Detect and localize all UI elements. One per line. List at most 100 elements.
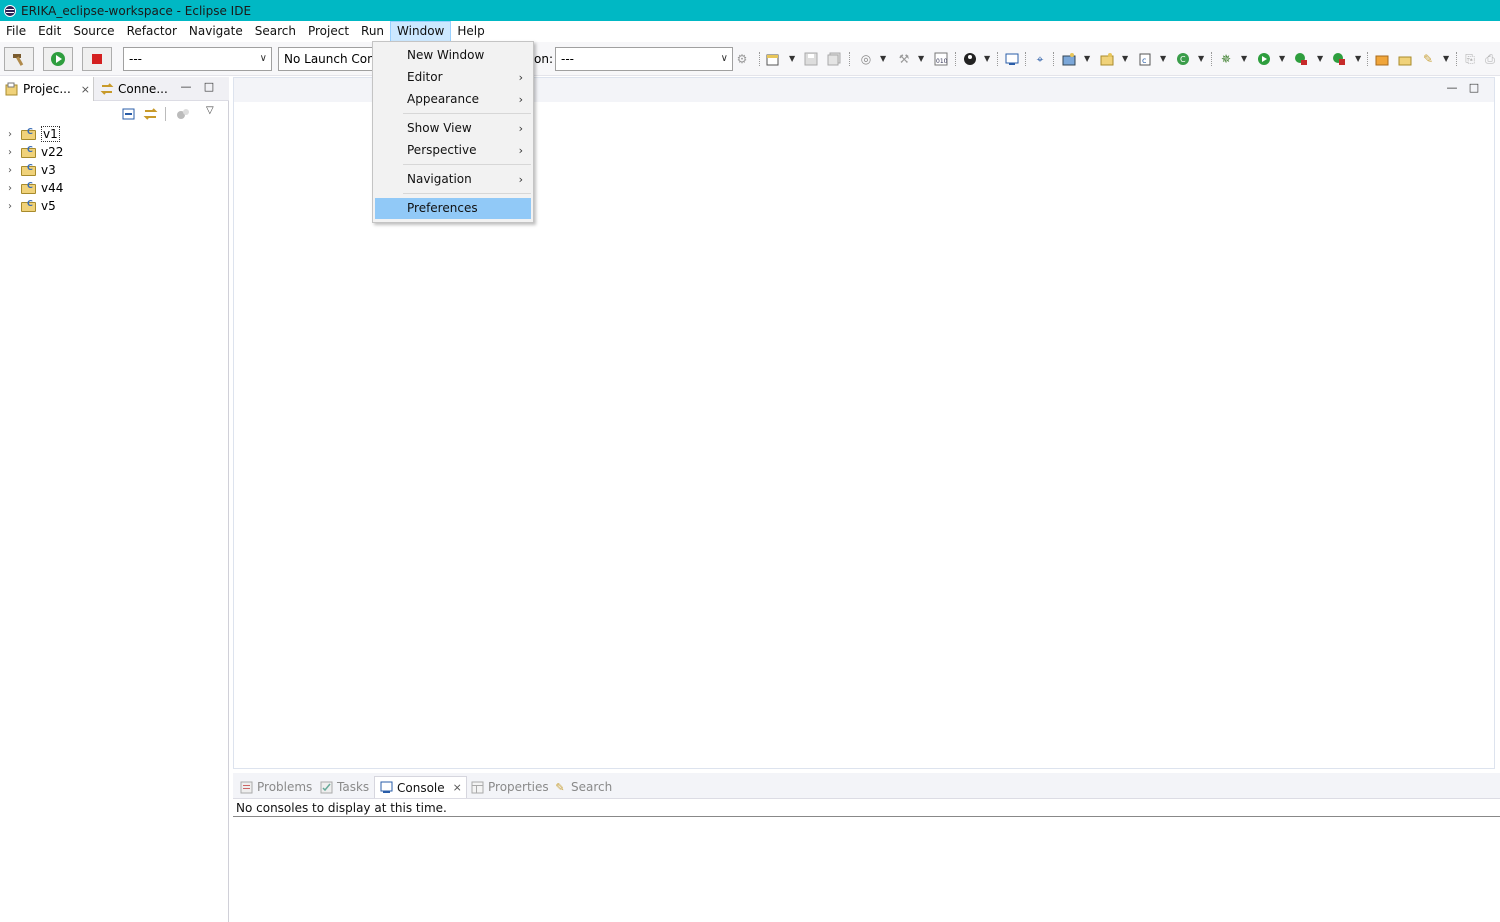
open-file-icon[interactable]	[1397, 51, 1413, 67]
menu-item-appearance[interactable]: Appearance ›	[375, 89, 531, 110]
coverage-icon[interactable]	[1293, 51, 1309, 67]
minimize-icon[interactable]: —	[179, 80, 193, 93]
save-icon[interactable]	[803, 51, 819, 67]
link-with-editor-icon[interactable]	[143, 107, 159, 121]
chevron-right-icon: ›	[518, 122, 523, 135]
svg-text:c: c	[1142, 56, 1146, 65]
chevron-right-icon[interactable]: ›	[8, 165, 20, 176]
new-class-icon[interactable]: C	[1175, 51, 1191, 67]
chevron-down-icon[interactable]: ▼	[1317, 54, 1323, 63]
launch-target-combo[interactable]: --- ∨	[555, 47, 733, 71]
project-item-v3[interactable]: › C v3	[8, 161, 56, 179]
filters-icon[interactable]	[176, 107, 190, 121]
chevron-right-icon[interactable]: ›	[8, 147, 20, 158]
menu-separator	[403, 193, 531, 194]
tab-properties[interactable]: Properties	[466, 776, 549, 798]
toolbar-separator	[1211, 52, 1212, 66]
menu-item-editor[interactable]: Editor ›	[375, 67, 531, 88]
chevron-down-icon[interactable]: ▼	[918, 54, 924, 63]
chevron-right-icon[interactable]: ›	[8, 201, 20, 212]
project-item-v1[interactable]: › C v1	[8, 125, 60, 143]
tab-console[interactable]: Console ⨯	[374, 776, 467, 798]
svg-text:C: C	[1180, 55, 1186, 64]
maximize-icon[interactable]: □	[202, 80, 216, 93]
tab-problems[interactable]: Problems	[235, 776, 312, 798]
close-icon[interactable]: ⨯	[81, 83, 90, 96]
run-icon[interactable]	[1256, 51, 1272, 67]
menu-search[interactable]: Search	[249, 21, 302, 42]
menu-refactor[interactable]: Refactor	[121, 21, 183, 42]
menu-window[interactable]: Window	[390, 21, 452, 42]
chevron-down-icon[interactable]: ▼	[1279, 54, 1285, 63]
brush-icon[interactable]: ✎	[1420, 51, 1436, 67]
chevron-down-icon: ∨	[720, 53, 728, 64]
new-folder-icon[interactable]	[1099, 51, 1115, 67]
prev-annotation-icon[interactable]: ⎙	[1482, 51, 1498, 67]
chevron-down-icon[interactable]: ▼	[880, 54, 886, 63]
chevron-right-icon[interactable]: ›	[8, 129, 20, 140]
menu-run[interactable]: Run	[355, 21, 390, 42]
minimize-icon[interactable]: —	[1445, 81, 1459, 94]
view-menu-icon[interactable]: ▽	[206, 105, 214, 116]
menu-navigate[interactable]: Navigate	[183, 21, 249, 42]
collapse-all-icon[interactable]	[122, 107, 136, 121]
chevron-down-icon[interactable]: ▼	[1160, 54, 1166, 63]
terminal-icon[interactable]	[1004, 51, 1020, 67]
project-explorer-panel: Projec... ⨯ Conne... — □ ▽ › C v1 › C v2…	[0, 77, 229, 922]
chevron-down-icon[interactable]: ▼	[1084, 54, 1090, 63]
menu-file[interactable]: File	[0, 21, 32, 42]
console-icon	[379, 781, 393, 795]
toolbar-separator	[1367, 52, 1368, 66]
new-c-file-icon[interactable]: c	[1137, 51, 1153, 67]
debug-icon[interactable]: ✵	[1218, 51, 1234, 67]
stop-button[interactable]	[82, 47, 112, 71]
menu-source[interactable]: Source	[67, 21, 120, 42]
launch-button[interactable]	[43, 47, 73, 71]
menu-item-show-view[interactable]: Show View ›	[375, 118, 531, 139]
external-tools-icon[interactable]	[1331, 51, 1347, 67]
project-folder-icon: C	[20, 199, 38, 213]
chevron-down-icon[interactable]: ▼	[1443, 54, 1449, 63]
chevron-down-icon[interactable]: ▼	[789, 54, 795, 63]
chevron-down-icon[interactable]: ▼	[1122, 54, 1128, 63]
launch-target-label: on:	[534, 52, 553, 66]
chevron-right-icon[interactable]: ›	[8, 183, 20, 194]
next-annotation-icon[interactable]: ⎘	[1462, 51, 1478, 67]
build-tool-icon[interactable]: ⚒	[896, 51, 912, 67]
tab-project-explorer[interactable]: Projec... ⨯	[0, 77, 94, 101]
launch-config-combo[interactable]: No Launch Conf	[278, 47, 372, 71]
tab-search[interactable]: ✎ Search	[549, 776, 612, 798]
target-icon[interactable]: ◎	[858, 51, 874, 67]
menu-help[interactable]: Help	[451, 21, 490, 42]
new-project-icon[interactable]	[1061, 51, 1077, 67]
gear-icon[interactable]: ⚙	[734, 51, 750, 67]
menu-item-preferences[interactable]: Preferences	[375, 198, 531, 219]
project-item-v22[interactable]: › C v22	[8, 143, 63, 161]
project-folder-icon: C	[20, 127, 38, 141]
new-icon[interactable]	[765, 51, 781, 67]
open-folder-icon[interactable]	[1374, 51, 1390, 67]
menu-item-new-window[interactable]: New Window	[375, 45, 531, 66]
maximize-icon[interactable]: □	[1467, 81, 1481, 94]
menu-project[interactable]: Project	[302, 21, 355, 42]
main-toolbar: --- ∨ No Launch Conf on: --- ∨ ⚙ ▼ ◎ ▼ ⚒…	[0, 42, 1500, 76]
tab-tasks[interactable]: Tasks	[315, 776, 369, 798]
launch-mode-combo[interactable]: --- ∨	[123, 47, 272, 71]
project-item-v44[interactable]: › C v44	[8, 179, 63, 197]
project-item-v5[interactable]: › C v5	[8, 197, 56, 215]
binary-icon[interactable]: 010	[933, 51, 949, 67]
chevron-down-icon[interactable]: ▼	[1241, 54, 1247, 63]
chevron-down-icon: ∨	[259, 53, 267, 64]
close-icon[interactable]: ⨯	[453, 781, 462, 794]
save-all-icon[interactable]	[826, 51, 842, 67]
chevron-down-icon[interactable]: ▼	[1198, 54, 1204, 63]
user-icon[interactable]	[962, 51, 978, 67]
pin-icon[interactable]: ⌖	[1032, 51, 1048, 67]
menu-item-perspective[interactable]: Perspective ›	[375, 140, 531, 161]
menu-item-navigation[interactable]: Navigation ›	[375, 169, 531, 190]
chevron-down-icon[interactable]: ▼	[1355, 54, 1361, 63]
chevron-down-icon[interactable]: ▼	[984, 54, 990, 63]
build-button[interactable]	[4, 47, 34, 71]
tab-connections[interactable]: Conne...	[95, 77, 175, 101]
menu-edit[interactable]: Edit	[32, 21, 67, 42]
